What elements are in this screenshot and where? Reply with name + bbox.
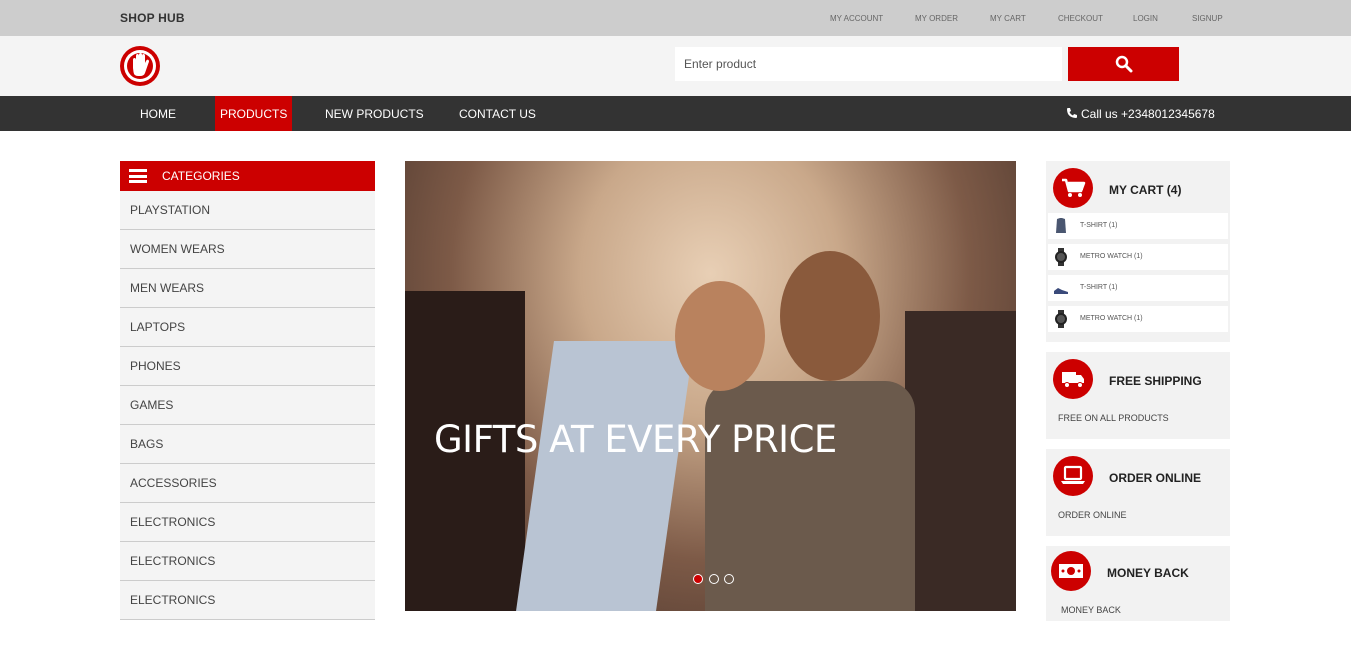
- hero-caption: GIFTS AT EVERY PRICE: [434, 418, 837, 461]
- cart-item-label: METRO WATCH (1): [1080, 253, 1143, 260]
- truck-icon: [1053, 359, 1093, 399]
- category-item[interactable]: ELECTRONICS: [120, 503, 375, 542]
- watch-thumb-icon: [1055, 310, 1067, 328]
- slider-dot[interactable]: [724, 574, 734, 584]
- search-icon: [1115, 55, 1133, 73]
- checkout-link[interactable]: CHECKOUT: [1058, 14, 1103, 23]
- top-bar: SHOP HUB MY ACCOUNT MY ORDER MY CART CHE…: [0, 0, 1351, 36]
- category-item[interactable]: LAPTOPS: [120, 308, 375, 347]
- cart-item-label: METRO WATCH (1): [1080, 315, 1143, 322]
- cart-item[interactable]: METRO WATCH (1): [1048, 306, 1228, 332]
- slider-dot[interactable]: [709, 574, 719, 584]
- category-item[interactable]: ELECTRONICS: [120, 581, 375, 620]
- categories-header[interactable]: CATEGORIES: [120, 161, 375, 191]
- order-online-subtitle: ORDER ONLINE: [1058, 510, 1127, 520]
- my-cart-link[interactable]: MY CART: [990, 14, 1026, 23]
- menu-icon: [129, 169, 147, 183]
- tshirt-thumb-icon: [1056, 218, 1066, 233]
- order-online-title: ORDER ONLINE: [1109, 471, 1202, 485]
- laptop-icon: [1053, 456, 1093, 496]
- nav-contact-us[interactable]: CONTACT US: [459, 96, 536, 131]
- hand-icon: [124, 50, 156, 82]
- category-item[interactable]: WOMEN WEARS: [120, 230, 375, 269]
- nav-home[interactable]: HOME: [140, 96, 176, 131]
- nav-new-products[interactable]: NEW PRODUCTS: [325, 96, 424, 131]
- call-us-text: Call us +2348012345678: [1081, 107, 1215, 121]
- search-button[interactable]: [1068, 47, 1179, 81]
- cart-item-label: T-SHIRT (1): [1080, 284, 1118, 291]
- main-nav: HOME PRODUCTS NEW PRODUCTS CONTACT US Ca…: [0, 96, 1351, 131]
- category-item[interactable]: ACCESSORIES: [120, 464, 375, 503]
- free-shipping-subtitle: FREE ON ALL PRODUCTS: [1058, 413, 1169, 423]
- category-item[interactable]: PHONES: [120, 347, 375, 386]
- brand-name: SHOP HUB: [120, 11, 185, 25]
- categories-title: CATEGORIES: [162, 169, 240, 183]
- search-input[interactable]: [675, 47, 1062, 81]
- slider-dot[interactable]: [693, 574, 703, 584]
- hero-slide-image[interactable]: [405, 161, 1016, 611]
- category-item[interactable]: MEN WEARS: [120, 269, 375, 308]
- money-back-subtitle: MONEY BACK: [1061, 605, 1121, 615]
- watch-thumb-icon: [1055, 248, 1067, 266]
- shoe-thumb-icon: [1054, 288, 1068, 294]
- cart-item[interactable]: T-SHIRT (1): [1048, 213, 1228, 239]
- category-item[interactable]: BAGS: [120, 425, 375, 464]
- money-icon: [1051, 551, 1091, 591]
- logo[interactable]: [120, 46, 160, 86]
- signup-link[interactable]: SIGNUP: [1192, 14, 1223, 23]
- cart-item[interactable]: T-SHIRT (1): [1048, 275, 1228, 301]
- category-item[interactable]: ELECTRONICS: [120, 542, 375, 581]
- login-link[interactable]: LOGIN: [1133, 14, 1158, 23]
- nav-products[interactable]: PRODUCTS: [215, 96, 293, 131]
- phone-icon: [1067, 108, 1077, 118]
- category-item[interactable]: PLAYSTATION: [120, 191, 375, 230]
- cart-item[interactable]: METRO WATCH (1): [1048, 244, 1228, 270]
- categories-list: PLAYSTATION WOMEN WEARS MEN WEARS LAPTOP…: [120, 191, 375, 620]
- my-account-link[interactable]: MY ACCOUNT: [830, 14, 883, 23]
- my-order-link[interactable]: MY ORDER: [915, 14, 958, 23]
- cart-item-label: T-SHIRT (1): [1080, 222, 1118, 229]
- cart-icon[interactable]: [1053, 168, 1093, 208]
- money-back-title: MONEY BACK: [1107, 566, 1189, 580]
- category-item[interactable]: GAMES: [120, 386, 375, 425]
- call-us: Call us +2348012345678: [1066, 96, 1215, 131]
- free-shipping-title: FREE SHIPPING: [1109, 374, 1202, 388]
- cart-title[interactable]: MY CART (4): [1109, 183, 1181, 197]
